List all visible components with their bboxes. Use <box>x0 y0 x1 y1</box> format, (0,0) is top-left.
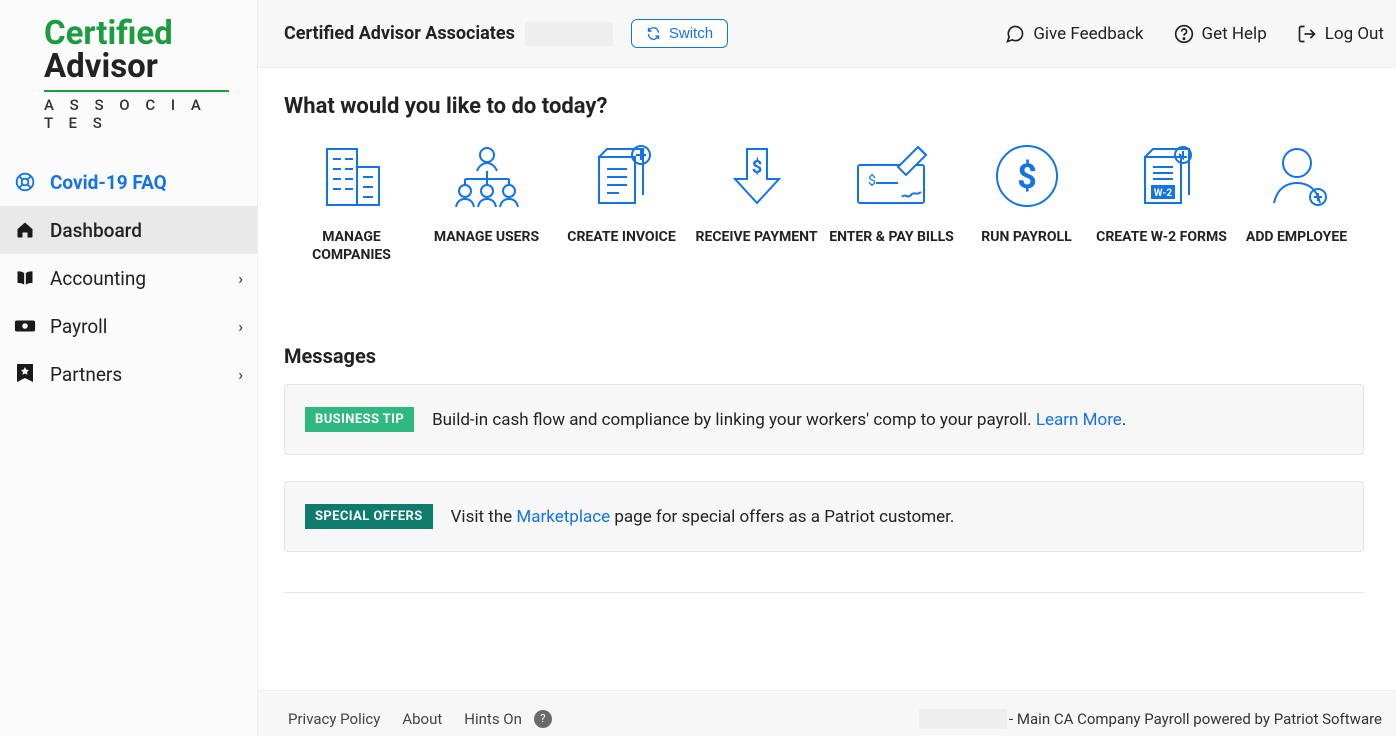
hints-toggle[interactable]: Hints On <box>464 710 522 728</box>
star-flag-icon <box>14 364 36 384</box>
action-label: MANAGE COMPANIES <box>284 229 419 264</box>
svg-text:$: $ <box>1017 157 1037 197</box>
sidebar-item-payroll[interactable]: Payroll › <box>0 302 257 350</box>
user-plus-icon <box>1229 141 1364 211</box>
message-text: Visit the Marketplace page for special o… <box>451 507 955 527</box>
privacy-link[interactable]: Privacy Policy <box>288 710 380 728</box>
logout-link[interactable]: Log Out <box>1297 24 1384 44</box>
sidebar-nav: Covid-19 FAQ Dashboard Accounting › Pay <box>0 158 257 398</box>
help-icon <box>1174 24 1194 44</box>
dollar-circle-icon: $ <box>959 141 1094 211</box>
learn-more-link[interactable]: Learn More <box>1036 410 1122 430</box>
action-label: RUN PAYROLL <box>959 229 1094 247</box>
page-heading: What would you like to do today? <box>284 94 1364 119</box>
logo-line2: Advisor <box>44 47 229 86</box>
action-manage-companies[interactable]: MANAGE COMPANIES <box>284 141 419 264</box>
action-add-employee[interactable]: ADD EMPLOYEE <box>1229 141 1364 264</box>
logo-divider <box>44 90 229 92</box>
write-check-icon: $ <box>824 141 959 211</box>
about-link[interactable]: About <box>402 710 442 728</box>
get-help-link[interactable]: Get Help <box>1174 24 1267 44</box>
badge-special-offers: SPECIAL OFFERS <box>305 504 433 529</box>
action-label: ADD EMPLOYEE <box>1229 229 1364 247</box>
sidebar-item-covid-faq[interactable]: Covid-19 FAQ <box>0 158 257 206</box>
link-label: Give Feedback <box>1033 24 1143 44</box>
hints-help-icon[interactable]: ? <box>534 710 552 728</box>
book-icon <box>14 268 36 288</box>
action-manage-users[interactable]: MANAGE USERS <box>419 141 554 264</box>
message-business-tip: BUSINESS TIP Build-in cash flow and comp… <box>284 384 1364 455</box>
invoice-plus-icon <box>554 141 689 211</box>
company-name: Certified Advisor Associates <box>284 23 515 44</box>
marketplace-link[interactable]: Marketplace <box>516 507 610 527</box>
logo-line3: A S S O C I A T E S <box>44 96 229 132</box>
divider <box>284 592 1364 593</box>
logout-icon <box>1297 24 1317 44</box>
link-label: Get Help <box>1202 24 1267 44</box>
svg-text:$: $ <box>868 172 876 189</box>
sidebar-item-label: Dashboard <box>50 219 142 242</box>
users-tree-icon <box>419 141 554 211</box>
chevron-right-icon: › <box>238 365 243 384</box>
sidebar: Certified Advisor A S S O C I A T E S Co… <box>0 0 258 736</box>
quick-actions: MANAGE COMPANIES MANAGE USERS <box>284 141 1364 264</box>
money-icon <box>14 317 36 335</box>
footer-logo-placeholder <box>919 709 1007 729</box>
switch-button[interactable]: Switch <box>631 19 728 48</box>
svg-text:W-2: W-2 <box>1153 188 1171 199</box>
main: Certified Advisor Associates Switch Give… <box>258 0 1396 736</box>
action-enter-pay-bills[interactable]: $ ENTER & PAY BILLS <box>824 141 959 264</box>
action-label: MANAGE USERS <box>419 229 554 247</box>
buildings-icon <box>284 141 419 211</box>
sidebar-item-partners[interactable]: Partners › <box>0 350 257 398</box>
message-special-offers: SPECIAL OFFERS Visit the Marketplace pag… <box>284 481 1364 552</box>
chat-icon <box>1005 24 1025 44</box>
content: What would you like to do today? MA <box>258 68 1396 690</box>
refresh-icon <box>646 26 661 41</box>
footer: Privacy Policy About Hints On ? - Main C… <box>258 690 1396 736</box>
sidebar-item-dashboard[interactable]: Dashboard <box>0 206 257 254</box>
badge-business-tip: BUSINESS TIP <box>305 407 414 432</box>
logo: Certified Advisor A S S O C I A T E S <box>0 0 257 140</box>
dollar-down-icon: $ <box>689 141 824 211</box>
action-receive-payment[interactable]: $ RECEIVE PAYMENT <box>689 141 824 264</box>
svg-text:$: $ <box>751 157 761 178</box>
message-text: Build-in cash flow and compliance by lin… <box>432 410 1126 430</box>
sidebar-item-accounting[interactable]: Accounting › <box>0 254 257 302</box>
action-label: CREATE W-2 FORMS <box>1094 229 1229 247</box>
give-feedback-link[interactable]: Give Feedback <box>1005 24 1143 44</box>
sidebar-item-label: Accounting <box>50 267 146 290</box>
action-create-w2[interactable]: W-2 CREATE W-2 FORMS <box>1094 141 1229 264</box>
home-icon <box>14 220 36 240</box>
action-create-invoice[interactable]: CREATE INVOICE <box>554 141 689 264</box>
action-label: ENTER & PAY BILLS <box>824 229 959 247</box>
footer-right-text: - Main CA Company Payroll powered by Pat… <box>1009 710 1382 728</box>
chevron-right-icon: › <box>238 269 243 288</box>
sidebar-item-label: Payroll <box>50 315 107 338</box>
chevron-right-icon: › <box>238 317 243 336</box>
footer-right: - Main CA Company Payroll powered by Pat… <box>919 709 1382 729</box>
company-select-input[interactable] <box>525 22 613 46</box>
sidebar-item-label: Covid-19 FAQ <box>50 171 167 194</box>
sidebar-item-label: Partners <box>50 363 122 386</box>
switch-label: Switch <box>669 25 713 42</box>
action-run-payroll[interactable]: $ RUN PAYROLL <box>959 141 1094 264</box>
action-label: CREATE INVOICE <box>554 229 689 247</box>
life-ring-icon <box>14 172 36 192</box>
w2-forms-icon: W-2 <box>1094 141 1229 211</box>
link-label: Log Out <box>1325 24 1384 44</box>
action-label: RECEIVE PAYMENT <box>689 229 824 247</box>
messages-heading: Messages <box>284 344 1364 368</box>
topbar: Certified Advisor Associates Switch Give… <box>258 0 1396 68</box>
